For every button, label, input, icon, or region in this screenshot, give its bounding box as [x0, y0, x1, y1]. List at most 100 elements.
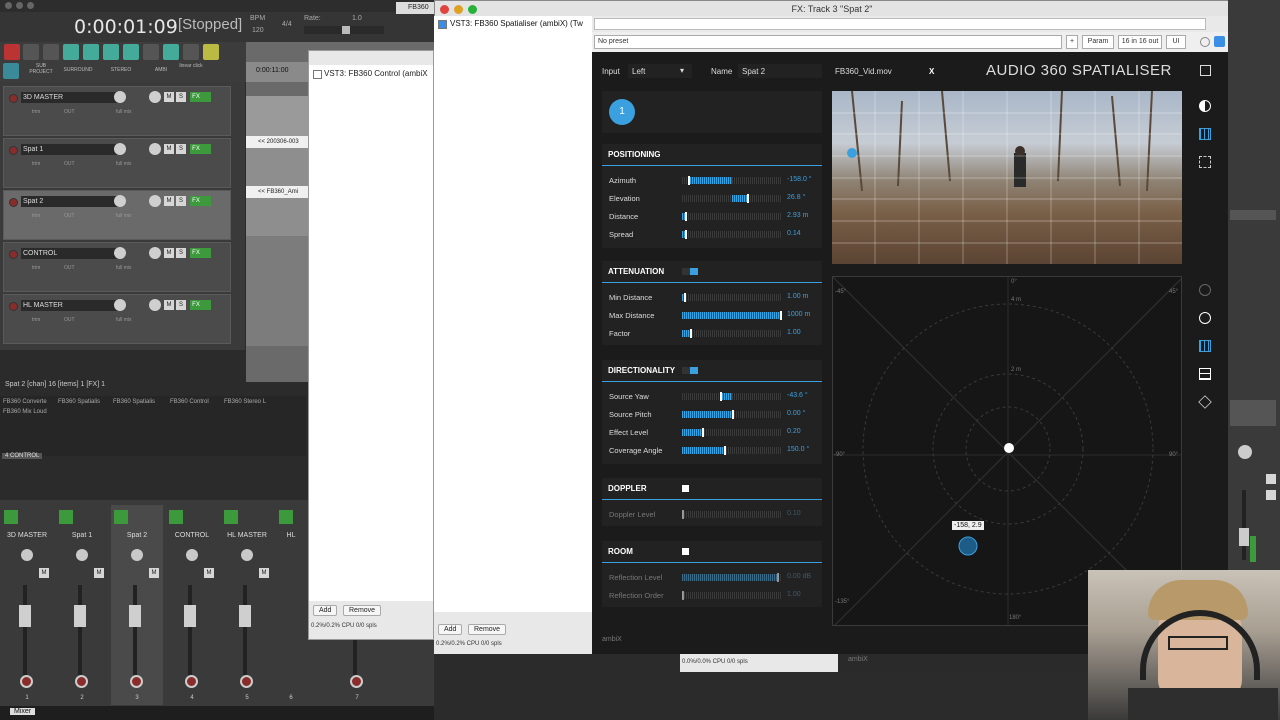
rate-slider[interactable]	[304, 26, 384, 34]
fx-icon[interactable]	[114, 510, 128, 524]
param-slider[interactable]	[682, 176, 782, 185]
volume-knob[interactable]	[114, 91, 126, 103]
track-name[interactable]: HL MASTER	[21, 300, 119, 311]
pan-knob[interactable]	[131, 549, 143, 561]
fx-icon[interactable]	[224, 510, 238, 524]
master-fader[interactable]	[1242, 490, 1246, 560]
toolbar-label[interactable]: linear click	[176, 63, 206, 69]
track-control[interactable]: CONTROL M S FX trim OUT full mix	[3, 242, 231, 292]
mix-label[interactable]: full mix	[116, 161, 132, 167]
fader-cap[interactable]	[239, 605, 251, 627]
minimize-window-icon[interactable]	[454, 5, 463, 14]
param-slider[interactable]	[682, 329, 782, 338]
remove-button[interactable]: Remove	[343, 605, 382, 616]
volume-fader[interactable]	[133, 585, 137, 675]
zoom-out-icon[interactable]	[1199, 312, 1211, 324]
mute-button[interactable]: M	[164, 92, 174, 102]
fx-item-label[interactable]: VST3: FB360 Spatialiser (ambiX) (Tw	[450, 19, 583, 28]
solo-button[interactable]: S	[176, 196, 186, 206]
param-slider[interactable]	[682, 591, 782, 600]
mix-label[interactable]: full mix	[116, 213, 132, 219]
slider-thumb[interactable]	[685, 230, 687, 239]
track-3d-master[interactable]: 3D MASTER M S FX trim OUT full mix	[3, 86, 231, 136]
fx-icon[interactable]	[4, 510, 18, 524]
pan-knob[interactable]	[149, 91, 161, 103]
fx-enable-checkbox[interactable]	[313, 70, 322, 79]
pan-knob[interactable]	[76, 549, 88, 561]
focus-icon[interactable]	[1199, 156, 1211, 168]
mixer-strip[interactable]: HL MASTER M 5	[221, 505, 273, 705]
window-dot-icon[interactable]	[16, 2, 23, 9]
slider-thumb[interactable]	[685, 212, 687, 221]
solo-button[interactable]: S	[176, 300, 186, 310]
volume-fader[interactable]	[78, 585, 82, 675]
pan-knob[interactable]	[149, 247, 161, 259]
mute-button[interactable]: M	[164, 196, 174, 206]
media-item[interactable]: << 200306-003	[246, 136, 316, 148]
grid-overlay-icon[interactable]	[1199, 128, 1211, 140]
param-value[interactable]: 1.00	[787, 329, 801, 336]
mixer-tab[interactable]: Mixer	[10, 708, 36, 715]
param-value[interactable]: 0.00 °	[787, 410, 805, 417]
param-value[interactable]: 2.93 m	[787, 212, 808, 219]
trim-label[interactable]: trim	[32, 161, 40, 167]
track-name[interactable]: Spat 1	[21, 144, 119, 155]
fx-list-item[interactable]: FB360 Mix Loud	[3, 409, 47, 415]
fx-icon[interactable]	[59, 510, 73, 524]
param-slider[interactable]	[682, 194, 782, 203]
slider-thumb[interactable]	[684, 293, 686, 302]
loop-icon[interactable]	[163, 44, 179, 60]
param-value[interactable]: 1.00	[787, 591, 801, 598]
fader-cap[interactable]	[184, 605, 196, 627]
volume-knob[interactable]	[114, 143, 126, 155]
source-marker[interactable]	[847, 148, 857, 158]
track-spat-1[interactable]: Spat 1 M S FX trim OUT full mix	[3, 138, 231, 188]
param-value[interactable]: 0.20	[787, 428, 801, 435]
trim-icon[interactable]	[43, 44, 59, 60]
record-arm-icon[interactable]	[75, 675, 88, 688]
track-hl-master[interactable]: HL MASTER M S FX trim OUT full mix	[3, 294, 231, 344]
mute-button[interactable]: M	[39, 568, 49, 578]
mix-label[interactable]: full mix	[116, 317, 132, 323]
solo-button[interactable]: S	[176, 92, 186, 102]
slider-thumb[interactable]	[747, 194, 749, 203]
param-value[interactable]: 0.00 dB	[787, 573, 811, 580]
ripple-icon[interactable]	[4, 44, 20, 60]
add-button[interactable]: Add	[313, 605, 338, 616]
time-display[interactable]: 0:00:01:09	[74, 16, 178, 38]
room-checkbox[interactable]	[682, 548, 689, 555]
param-slider[interactable]	[682, 311, 782, 320]
metronome-icon[interactable]	[143, 44, 159, 60]
mute-button[interactable]: M	[149, 568, 159, 578]
rate-value[interactable]: 1.0	[352, 15, 362, 22]
bpm-value[interactable]: 120	[252, 27, 264, 34]
fx-bypass-icon[interactable]	[202, 92, 211, 102]
grid-icon[interactable]	[63, 44, 79, 60]
trim-label[interactable]: trim	[32, 213, 40, 219]
pan-knob[interactable]	[149, 195, 161, 207]
param-value[interactable]: 1.00 m	[787, 293, 808, 300]
link-icon[interactable]	[123, 44, 139, 60]
rate-slider-thumb[interactable]	[342, 26, 350, 34]
mixer-toggle-icon[interactable]	[3, 63, 19, 79]
param-value[interactable]: 0.10	[787, 510, 801, 517]
pan-knob[interactable]	[149, 299, 161, 311]
slider-thumb[interactable]	[702, 428, 704, 437]
param-slider[interactable]	[682, 230, 782, 239]
fx-item-label[interactable]: VST3: FB360 Control (ambiX	[324, 69, 428, 78]
mute-button[interactable]: M	[94, 568, 104, 578]
record-arm-icon[interactable]	[9, 302, 18, 311]
trim-label[interactable]: trim	[32, 265, 40, 271]
param-slider[interactable]	[682, 428, 782, 437]
mute-button[interactable]: M	[204, 568, 214, 578]
fader-cap[interactable]	[129, 605, 141, 627]
param-value[interactable]: 1000 m	[787, 311, 810, 318]
fader-cap[interactable]	[19, 605, 31, 627]
pan-knob[interactable]	[149, 143, 161, 155]
input-select[interactable]: Left ▾	[628, 64, 692, 78]
param-button[interactable]: Param	[1082, 35, 1114, 49]
master-mute-button[interactable]	[1266, 474, 1276, 484]
master-solo-button[interactable]	[1266, 490, 1276, 500]
fx-bypass-icon[interactable]	[202, 248, 211, 258]
contrast-icon[interactable]	[1199, 100, 1211, 112]
